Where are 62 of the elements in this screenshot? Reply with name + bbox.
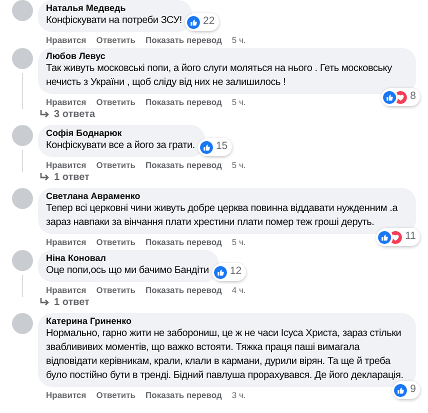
reaction-count[interactable]: 11 <box>377 228 420 246</box>
view-replies-link[interactable]: 3 ответа <box>54 108 96 121</box>
comment-time[interactable]: 5 ч. <box>232 236 246 248</box>
avatar[interactable] <box>12 0 33 21</box>
comment-time[interactable]: 5 ч. <box>232 159 246 171</box>
comment-author[interactable]: Катерина Гриненко <box>46 315 408 327</box>
thumbs-up-icon <box>383 90 396 104</box>
reaction-count[interactable]: 22 <box>186 13 219 31</box>
comment-action-link[interactable]: Нравится <box>46 34 86 46</box>
comment-text: Так живуть московські попи, а його слуги моляться на нього . Геть московську нечисть з України , щоб сліду від них не залишилось ! <box>46 62 393 90</box>
comment-action-link[interactable]: Показать перевод <box>146 389 222 401</box>
reaction-count[interactable]: 12 <box>212 263 246 281</box>
comment-text: Конфіскувати на потреби ЗСУ! <box>46 14 182 28</box>
comment-text: Конфіскувати все а його за грати. <box>46 139 195 153</box>
comment-time[interactable]: 4 ч. <box>232 284 246 296</box>
comment-author[interactable]: Софія Боднарюк <box>46 127 195 139</box>
comment-author[interactable]: Любов Левус <box>46 50 408 62</box>
reply-arrow-icon <box>40 298 50 307</box>
avatar[interactable] <box>12 125 33 146</box>
comment-action-link[interactable]: Показать перевод <box>146 236 222 248</box>
thumbs-up-icon <box>200 140 213 154</box>
thumbs-up-icon <box>378 230 392 244</box>
comment-action-link[interactable]: Показать перевод <box>146 96 222 108</box>
comment-action-link[interactable]: Показать перевод <box>146 159 222 171</box>
comment-text: Оце попи,ось що ми бачимо Бандіти <box>46 264 209 278</box>
comment-action-link[interactable]: Показать перевод <box>146 34 222 46</box>
comment-action-link[interactable]: Ответить <box>96 236 136 248</box>
thumbs-up-icon <box>394 384 408 397</box>
comment-action-link[interactable]: Нравится <box>46 284 86 296</box>
comment-action-link[interactable]: Нравится <box>46 159 86 171</box>
reaction-count[interactable]: 9 <box>393 381 420 399</box>
comment-author[interactable]: Светлана Авраменко <box>46 190 408 202</box>
thumbs-up-icon <box>214 266 227 279</box>
comment-time[interactable]: 5 ч. <box>232 96 246 108</box>
comment-author[interactable]: Наталья Медведь <box>46 2 182 14</box>
thumbs-up-icon <box>186 16 200 29</box>
comment-action-link[interactable]: Нравится <box>46 96 86 108</box>
heart-icon <box>394 90 408 104</box>
avatar[interactable] <box>12 48 33 69</box>
avatar[interactable] <box>12 188 33 209</box>
comment-action-link[interactable]: Ответить <box>96 34 136 46</box>
comment-text: Нормально, гарно жити не заборониш, це ж не часи Ісуса Христа, зараз стільки зваблививих моментів, що важко встояти. Тяжка праця паші вимагала відповідати керівникам, крали, клали в кармани, дурили вірян. Та ще й треба було постійно бути в тренді. Бідний павлуша прорахувався. Де його декларація. <box>46 327 404 383</box>
reaction-count[interactable]: 15 <box>198 138 232 156</box>
comment-action-link[interactable]: Ответить <box>96 284 136 296</box>
comment-action-link[interactable]: Нравится <box>46 236 86 248</box>
comment-action-link[interactable]: Ответить <box>96 389 136 401</box>
comment-action-link[interactable]: Ответить <box>96 96 136 108</box>
comment-time[interactable]: 3 ч. <box>232 389 246 401</box>
comment-author[interactable]: Ніна Коновал <box>46 252 209 264</box>
heart-icon <box>389 230 402 244</box>
comment-action-link[interactable]: Ответить <box>96 159 136 171</box>
view-replies-link[interactable]: 1 ответ <box>54 171 90 184</box>
comment-text: Тепер всі церковні чини живуть добре церква повинна віддавати нужденним .а зараз навпаки за вінчання плати хрестини плати помер теж гроші деруть. <box>46 202 399 230</box>
reply-arrow-icon <box>40 110 50 119</box>
avatar[interactable] <box>12 250 33 271</box>
reaction-count[interactable]: 8 <box>382 88 420 106</box>
comment-action-link[interactable]: Показать перевод <box>146 284 222 296</box>
comment-action-link[interactable]: Нравится <box>46 389 86 401</box>
reply-arrow-icon <box>40 173 50 182</box>
view-replies-link[interactable]: 1 ответ <box>54 296 90 309</box>
avatar[interactable] <box>12 313 33 334</box>
comment-time[interactable]: 5 ч. <box>232 34 246 46</box>
